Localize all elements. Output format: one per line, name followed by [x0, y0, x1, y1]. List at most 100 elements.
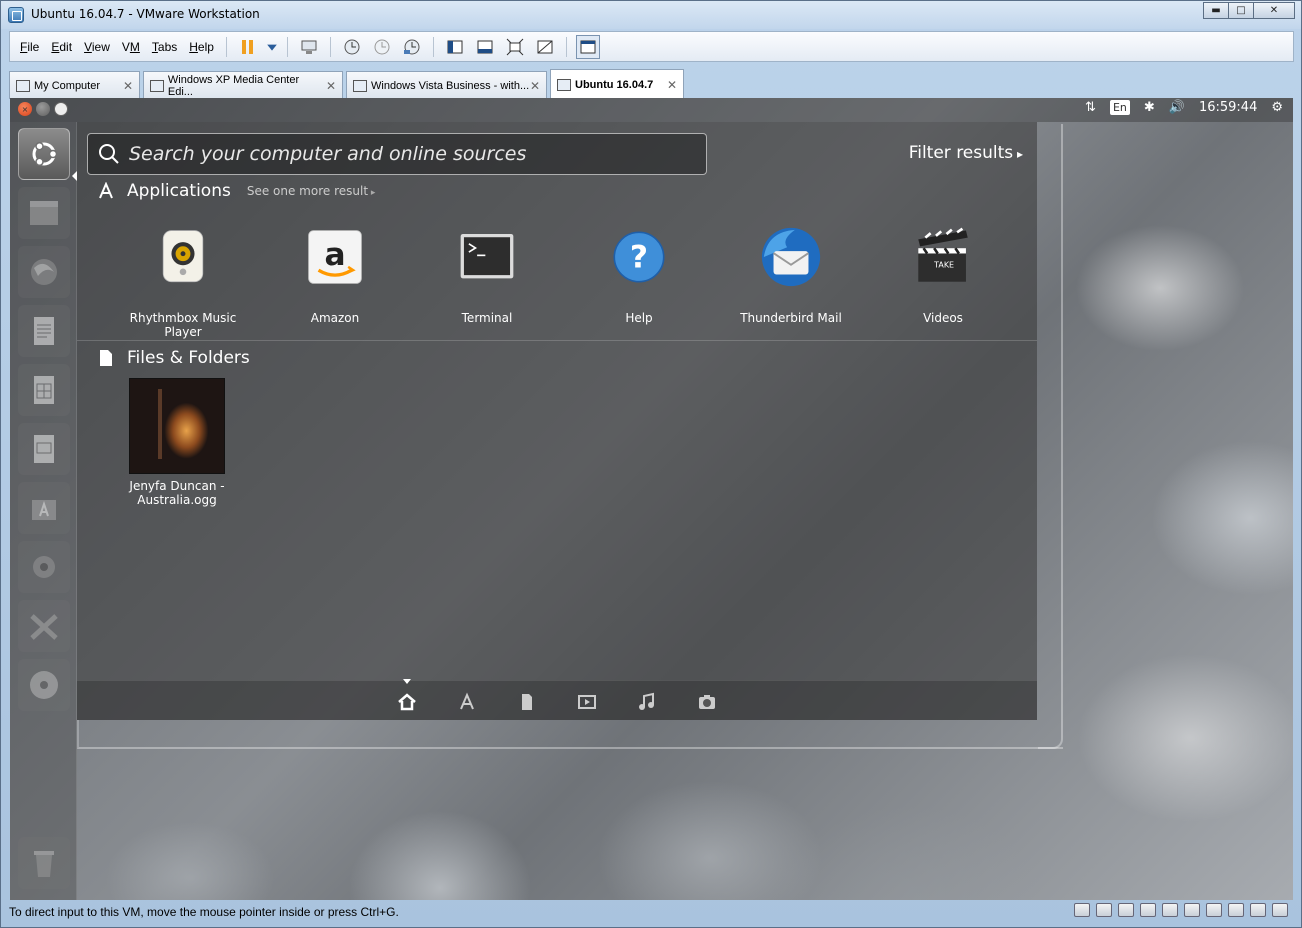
files-category: Files & Folders — [97, 348, 250, 368]
file-result[interactable]: Jenyfa Duncan - Australia.ogg — [117, 378, 237, 507]
tab-windows-xp[interactable]: Windows XP Media Center Edi... ✕ — [143, 71, 343, 99]
trash-icon[interactable] — [18, 837, 70, 889]
close-tab-icon[interactable]: ✕ — [123, 79, 133, 93]
menu-tabs[interactable]: Tabs — [146, 40, 183, 54]
dash-frame-bottom-edge — [77, 720, 1063, 749]
tab-label: Windows XP Media Center Edi... — [167, 73, 300, 98]
sound-card-icon[interactable] — [1184, 903, 1200, 917]
menu-edit[interactable]: Edit — [45, 40, 78, 54]
toolbar-separator — [565, 36, 567, 57]
dash-search-box[interactable] — [87, 133, 707, 175]
menu-help[interactable]: Help — [183, 40, 220, 54]
close-button[interactable]: ✕ — [1253, 2, 1295, 19]
svg-text:TAKE: TAKE — [933, 261, 954, 270]
unity-mode-icon[interactable] — [533, 35, 557, 59]
unity-dash: Filter results Applications See one more… — [77, 122, 1037, 720]
applications-lens-icon[interactable] — [457, 692, 477, 712]
calc-icon[interactable] — [18, 364, 70, 416]
keyboard-layout[interactable]: En — [1109, 100, 1130, 115]
toolbar-separator — [329, 36, 331, 57]
vm-screen[interactable]: × ⇅ En ✱ 🔊 16:59:44 ⚙ Search your comput… — [10, 98, 1293, 900]
display-icon[interactable] — [1206, 903, 1222, 917]
home-lens-icon[interactable] — [397, 692, 417, 712]
send-ctrl-alt-del-icon[interactable] — [297, 35, 321, 59]
workspace-switcher-icon[interactable] — [18, 600, 70, 652]
vmware-window: Ubuntu 16.04.7 - VMware Workstation ▬ □ … — [0, 0, 1302, 928]
writer-icon[interactable] — [18, 305, 70, 357]
video-lens-icon[interactable] — [577, 692, 597, 712]
app-amazon[interactable]: a Amazon — [259, 223, 411, 339]
floppy-icon[interactable] — [1228, 903, 1244, 917]
vm-icon — [353, 79, 367, 92]
toolbar-separator — [286, 36, 288, 57]
search-input[interactable] — [129, 143, 689, 165]
show-thumbnail-bar-icon[interactable] — [473, 35, 497, 59]
help-icon: ? — [605, 223, 673, 291]
app-label: Help — [625, 311, 653, 325]
computer-icon — [16, 79, 30, 92]
dash-minimize-button[interactable] — [36, 102, 50, 116]
maximize-button[interactable]: □ — [1228, 2, 1254, 19]
tab-my-computer[interactable]: My Computer ✕ — [9, 71, 140, 99]
system-gear-icon[interactable]: ⚙ — [1271, 100, 1283, 115]
system-settings-icon[interactable] — [18, 541, 70, 593]
resize-grip-icon[interactable] — [1272, 903, 1288, 917]
firefox-icon[interactable] — [18, 246, 70, 298]
power-dropdown-icon[interactable] — [266, 35, 278, 59]
applications-results: Rhythmbox Music Player a Amazon Terminal — [107, 223, 1019, 339]
pause-icon[interactable] — [236, 35, 260, 59]
see-more-results-link[interactable]: See one more result — [247, 184, 376, 198]
close-tab-icon[interactable]: ✕ — [667, 78, 677, 92]
amazon-icon: a — [301, 223, 369, 291]
minimize-button[interactable]: ▬ — [1203, 2, 1229, 19]
menu-file[interactable]: File — [14, 40, 45, 54]
show-library-icon[interactable] — [443, 35, 467, 59]
snapshot-manager-icon[interactable] — [400, 35, 424, 59]
console-view-icon[interactable] — [575, 34, 600, 59]
dash-maximize-button[interactable] — [54, 102, 68, 116]
cd-dvd-icon[interactable] — [1096, 903, 1112, 917]
app-rhythmbox[interactable]: Rhythmbox Music Player — [107, 223, 259, 339]
network-adapter-icon[interactable] — [1118, 903, 1134, 917]
indicators: ⇅ En ✱ 🔊 16:59:44 ⚙ — [1085, 100, 1283, 115]
close-tab-icon[interactable]: ✕ — [530, 79, 540, 93]
app-videos[interactable]: TAKE Videos — [867, 223, 1019, 339]
dvd-icon[interactable] — [18, 659, 70, 711]
revert-snapshot-icon[interactable] — [370, 35, 394, 59]
tab-ubuntu[interactable]: Ubuntu 16.04.7 ✕ — [550, 69, 684, 99]
volume-icon[interactable]: 🔊 — [1169, 100, 1185, 115]
title-bar: Ubuntu 16.04.7 - VMware Workstation ▬ □ … — [1, 1, 1301, 29]
dash-close-button[interactable]: × — [18, 102, 32, 116]
message-log-icon[interactable] — [1250, 903, 1266, 917]
photo-lens-icon[interactable] — [697, 692, 717, 712]
music-lens-icon[interactable] — [637, 692, 657, 712]
app-terminal[interactable]: Terminal — [411, 223, 563, 339]
software-center-icon[interactable] — [18, 482, 70, 534]
app-thunderbird[interactable]: Thunderbird Mail — [715, 223, 867, 339]
vmware-app-icon — [8, 7, 24, 23]
lens-bar — [77, 680, 1037, 720]
printer-icon[interactable] — [1162, 903, 1178, 917]
caption-buttons: ▬ □ ✕ — [1203, 2, 1295, 19]
impress-icon[interactable] — [18, 423, 70, 475]
clock[interactable]: 16:59:44 — [1199, 100, 1257, 115]
tab-windows-vista[interactable]: Windows Vista Business - with... ✕ — [346, 71, 547, 99]
files-lens-icon[interactable] — [517, 692, 537, 712]
full-screen-icon[interactable] — [503, 35, 527, 59]
hard-disk-icon[interactable] — [1074, 903, 1090, 917]
menu-view[interactable]: View — [78, 40, 116, 54]
bluetooth-icon[interactable]: ✱ — [1144, 100, 1155, 115]
svg-text:a: a — [324, 237, 345, 273]
app-label: Videos — [923, 311, 963, 325]
tab-label: My Computer — [34, 79, 101, 92]
network-icon[interactable]: ⇅ — [1085, 100, 1096, 115]
close-tab-icon[interactable]: ✕ — [326, 79, 336, 93]
usb-controller-icon[interactable] — [1140, 903, 1156, 917]
ubuntu-top-panel: × ⇅ En ✱ 🔊 16:59:44 ⚙ — [10, 98, 1293, 122]
menu-vm[interactable]: VM — [116, 40, 146, 54]
files-icon[interactable] — [18, 187, 70, 239]
dash-home-icon[interactable] — [18, 128, 70, 180]
filter-results-button[interactable]: Filter results — [909, 143, 1023, 163]
snapshot-icon[interactable] — [340, 35, 364, 59]
app-help[interactable]: ? Help — [563, 223, 715, 339]
